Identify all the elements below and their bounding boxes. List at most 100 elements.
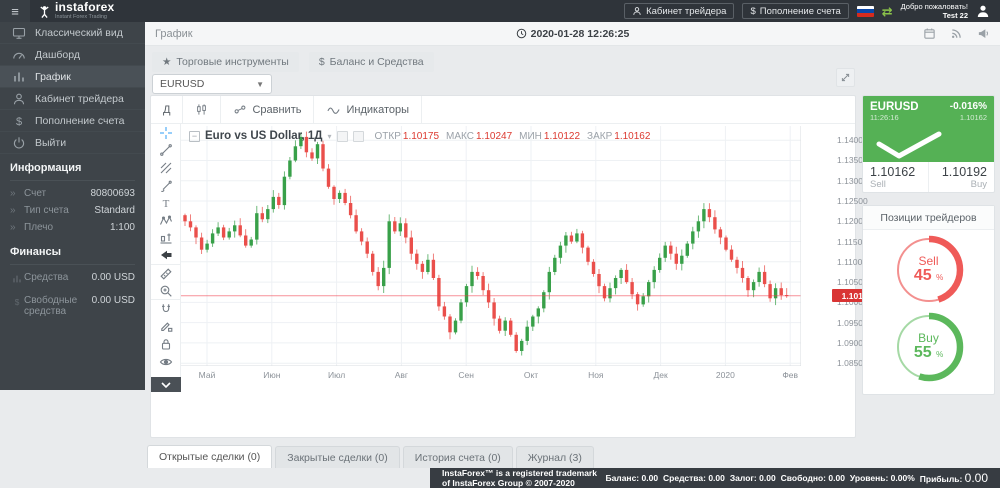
deposit-label: Пополнение счета	[760, 6, 841, 17]
eye-tool[interactable]	[151, 353, 181, 371]
brush-tool[interactable]	[151, 177, 181, 195]
tab-история-счета-0-[interactable]: История счета (0)	[403, 446, 513, 468]
deposit-button[interactable]: $ Пополнение счета	[742, 3, 848, 19]
trader-positions-panel: Позиции трейдеров Sell 45 % Buy 55 %	[862, 205, 995, 395]
x-axis-label: Июн	[257, 370, 287, 380]
buy-price: 1.10192	[936, 165, 987, 179]
dollar-icon: $	[12, 297, 23, 308]
welcome-text: Добро пожаловать!	[901, 2, 968, 11]
footer-stat: Залог: 0.00	[730, 473, 776, 483]
arrow-left-tool[interactable]	[151, 247, 181, 265]
account-stats: Баланс: 0.00 Средства: 0.00 Залог: 0.00 Сво…	[605, 471, 988, 485]
chart-bars-icon	[12, 274, 23, 285]
chart-legend: − Euro vs US Dollar, 1Д ▾ ОТКР1.10175МАК…	[189, 130, 650, 142]
draw-lock-tool[interactable]	[151, 318, 181, 336]
quote-card[interactable]: EURUSD -0.016% 11:26:16 1.10162 1.10162 …	[862, 95, 995, 193]
fullscreen-button[interactable]	[836, 68, 855, 87]
sell-label: Sell	[870, 179, 921, 190]
sidebar-item-label: Выйти	[35, 137, 66, 149]
sidebar-item-classic-view[interactable]: Классический вид	[0, 22, 145, 44]
trader-cabinet-button[interactable]: Кабинет трейдера	[624, 3, 734, 19]
footer-stat: Уровень: 0.00%	[850, 473, 915, 483]
plot-area[interactable]: − Euro vs US Dollar, 1Д ▾ ОТКР1.10175МАК…	[181, 124, 855, 437]
footer-stat: Прибыль: 0.00	[920, 471, 988, 485]
ohlc-values: ОТКР1.10175МАКС1.10247МИН1.10122ЗАКР1.10…	[375, 130, 651, 142]
status-footer: InstaForex™ is a registered trademark of…	[430, 468, 1000, 488]
sidebar-item-label: Пополнение счета	[35, 115, 125, 127]
quote-time: 11:26:16	[870, 113, 899, 122]
balance-funds-button[interactable]: $ Баланс и Средства	[309, 52, 434, 72]
topnav-actions: Кабинет трейдера $ Пополнение счета ⇄ До…	[624, 2, 1000, 21]
user-icon	[12, 92, 26, 106]
calendar-icon[interactable]	[923, 27, 936, 40]
interval-button[interactable]: Д	[151, 96, 183, 123]
sidebar-item-chart-bars[interactable]: График	[0, 66, 145, 88]
indicators-button[interactable]: Индикаторы	[314, 96, 422, 123]
magnet-tool[interactable]	[151, 300, 181, 318]
trading-instruments-button[interactable]: ★ Торговые инструменты	[152, 52, 299, 72]
symbol-select[interactable]: EURUSD ▼	[152, 74, 272, 94]
legend-action-icon[interactable]	[337, 131, 348, 142]
language-flag-russia-icon[interactable]	[857, 6, 874, 17]
legend-title: Euro vs US Dollar, 1Д	[205, 130, 322, 142]
x-axis-label: Ноя	[581, 370, 611, 380]
sidebar-item-power[interactable]: Выйти	[0, 132, 145, 154]
candlestick-chart[interactable]	[181, 126, 801, 366]
legend-action-icon[interactable]	[353, 131, 364, 142]
brand-tagline: Instant Forex Trading	[55, 15, 114, 21]
sidebar-item-user[interactable]: Кабинет трейдера	[0, 88, 145, 110]
dashboard-icon	[12, 48, 26, 62]
collapse-toolbar-button[interactable]	[151, 377, 181, 392]
drawing-tools-strip: T	[151, 124, 181, 392]
pitchfork-tool[interactable]	[151, 159, 181, 177]
footer-spacer	[0, 468, 430, 488]
transfer-arrows-icon[interactable]: ⇄	[882, 5, 893, 18]
footer-stat: Баланс: 0.00	[605, 473, 658, 483]
buy-quote-cell[interactable]: 1.10192 Buy	[928, 162, 994, 193]
chart-type-button[interactable]	[183, 96, 221, 123]
sidebar-item-dollar[interactable]: $ Пополнение счета	[0, 110, 145, 132]
sidebar-item-dashboard[interactable]: Дашборд	[0, 44, 145, 66]
lock-tool[interactable]	[151, 335, 181, 353]
star-icon: ★	[162, 56, 171, 68]
tab-журнал-3-[interactable]: Журнал (3)	[516, 446, 594, 468]
text-tool[interactable]: T	[151, 194, 181, 212]
sidebar-info-row: $Свободные средства0.00 USD	[10, 292, 135, 320]
dollar-icon: $	[319, 56, 325, 68]
brand-name: instaforex	[55, 0, 114, 14]
sidebar-menu: Классический видДашбордГрафикКабинет тре…	[0, 22, 145, 154]
ohlc-item: ЗАКР1.10162	[587, 130, 650, 142]
brand-logo[interactable]: instaforex Instant Forex Trading	[30, 1, 122, 21]
tab-закрытые-сделки-0-[interactable]: Закрытые сделки (0)	[275, 446, 399, 468]
deals-tabs: Открытые сделки (0)Закрытые сделки (0)Ис…	[147, 445, 594, 468]
footer-stat: Свободно: 0.00	[781, 473, 845, 483]
trend-line-tool[interactable]	[151, 142, 181, 160]
sell-quote-cell[interactable]: 1.10162 Sell	[863, 162, 928, 193]
x-axis-label: Сен	[451, 370, 481, 380]
svg-text:T: T	[162, 198, 169, 210]
menu-toggle-icon[interactable]: ≡	[0, 0, 30, 22]
forecast-tool[interactable]	[151, 230, 181, 248]
footer-stat: Средства: 0.00	[663, 473, 725, 483]
crosshair-tool[interactable]	[151, 124, 181, 142]
sidebar-info-section: Информация »Счет80800693»Тип счетаStanda…	[0, 154, 145, 238]
ruler-tool[interactable]	[151, 265, 181, 283]
compare-button[interactable]: Сравнить	[221, 96, 314, 123]
collapse-legend-icon[interactable]: −	[189, 131, 200, 142]
dollar-icon: $	[750, 6, 755, 17]
avatar-icon[interactable]	[976, 4, 990, 18]
megaphone-icon[interactable]	[977, 27, 990, 40]
symbol-select-value: EURUSD	[160, 78, 204, 90]
pattern-tool[interactable]	[151, 212, 181, 230]
zoom-in-tool[interactable]	[151, 282, 181, 300]
rss-icon[interactable]	[950, 27, 963, 40]
candlestick-icon	[195, 103, 208, 116]
buy-label: Buy	[936, 179, 987, 190]
ohlc-item: МИН1.10122	[519, 130, 580, 142]
tab-открытые-сделки-0-[interactable]: Открытые сделки (0)	[147, 445, 272, 468]
chart-toolbar: Д Сравнить Индикаторы	[151, 96, 855, 124]
sell-percent: 45	[914, 267, 932, 284]
chevron-down-icon: ▼	[256, 80, 264, 89]
quote-price-small: 1.10162	[960, 113, 987, 122]
dollar-icon: $	[12, 114, 26, 128]
